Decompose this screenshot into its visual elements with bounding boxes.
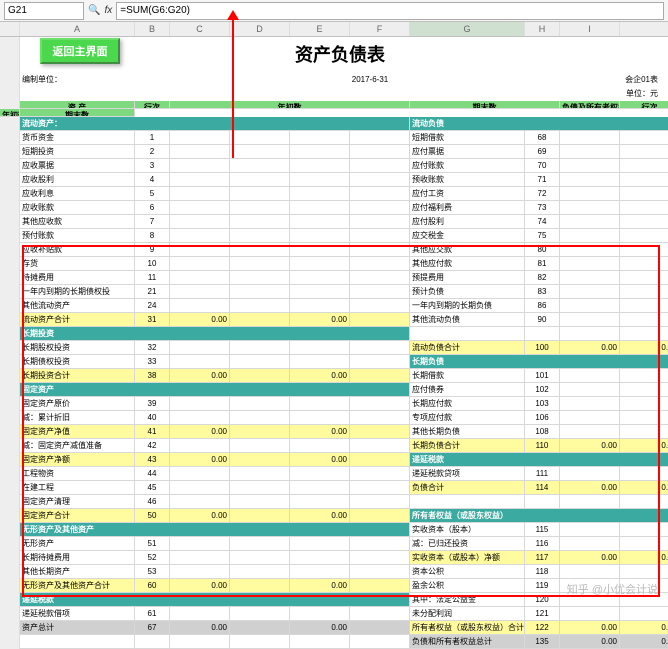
table-row[interactable]: 应收账款6 应付福利费73 bbox=[0, 201, 668, 215]
formula-input[interactable] bbox=[116, 2, 664, 20]
table-row[interactable]: 无形资产及其他资产 实收资本（股本）115 bbox=[0, 523, 668, 537]
table-row[interactable]: 负债和所有者权益总计1350.000.00 bbox=[0, 635, 668, 649]
formula-bar: 🔍 fx bbox=[0, 0, 668, 22]
column-headers: A B C D E F G H I bbox=[0, 22, 668, 37]
table-row[interactable]: 长期投资 bbox=[0, 327, 668, 341]
annotation-arrow bbox=[232, 18, 234, 158]
table-row[interactable]: 短期投资2 应付票据69 bbox=[0, 145, 668, 159]
table-row[interactable]: 递延税款借项61 未分配利润121 bbox=[0, 607, 668, 621]
table-row[interactable]: 在建工程45 负债合计1140.000.00 bbox=[0, 481, 668, 495]
table-row[interactable]: 长期待摊费用52 实收资本（或股本）净额1170.000.00 bbox=[0, 551, 668, 565]
table-row[interactable]: 无形资产51 减：已归还投资116 bbox=[0, 537, 668, 551]
table-row[interactable]: 流动资产合计310.000.00 其他流动负债90 bbox=[0, 313, 668, 327]
table-row[interactable]: 固定资产清理46 bbox=[0, 495, 668, 509]
zoom-icon[interactable]: 🔍 bbox=[88, 5, 100, 16]
return-button[interactable]: 返回主界面 bbox=[40, 38, 120, 64]
table-row[interactable]: 减：固定资产减值准备42 长期负债合计1100.000.00 bbox=[0, 439, 668, 453]
table-row[interactable]: 一年内到期的长期债权投21 预计负债83 bbox=[0, 285, 668, 299]
name-box[interactable] bbox=[4, 2, 84, 20]
table-row[interactable]: 应收利息5 应付工资72 bbox=[0, 187, 668, 201]
fx-icon[interactable]: fx bbox=[104, 5, 112, 16]
table-row[interactable]: 长期债权投资33长期负债 bbox=[0, 355, 668, 369]
table-row[interactable]: 固定资产净值410.000.00 其他长期负债108 bbox=[0, 425, 668, 439]
table-row[interactable]: 长期股权投资32 流动负债合计1000.000.00 bbox=[0, 341, 668, 355]
table-row[interactable]: 固定资产 应付债券102 bbox=[0, 383, 668, 397]
table-row[interactable]: 其他应收款7 应付股利74 bbox=[0, 215, 668, 229]
table-row[interactable]: 存货10 其他应付款81 bbox=[0, 257, 668, 271]
table-row[interactable]: 其他流动资产24 一年内到期的长期负债86 bbox=[0, 299, 668, 313]
table-row[interactable]: 应收票据3 应付账款70 bbox=[0, 159, 668, 173]
table-row[interactable]: 工程物资44 递延税款贷项111 bbox=[0, 467, 668, 481]
table-row[interactable]: 其他长期资产53 资本公积118 bbox=[0, 565, 668, 579]
table-row[interactable]: 固定资产原价39 长期应付款103 bbox=[0, 397, 668, 411]
table-row[interactable]: 货币资金1 短期借款68 bbox=[0, 131, 668, 145]
table-row[interactable]: 待摊费用11 预提费用82 bbox=[0, 271, 668, 285]
table-row[interactable]: 资产总计670.000.00 所有者权益（或股东权益）合计1220.000.00 bbox=[0, 621, 668, 635]
table-row[interactable]: 应收补贴款9 其他应交款80 bbox=[0, 243, 668, 257]
table-row[interactable]: 固定资产净额430.000.00递延税款 bbox=[0, 453, 668, 467]
table-row[interactable]: 预付账款8 应交税金75 bbox=[0, 229, 668, 243]
table-row[interactable]: 减：累计折旧40 专项应付款106 bbox=[0, 411, 668, 425]
watermark: 知乎 @小优会计说 bbox=[567, 581, 658, 597]
table-row[interactable]: 固定资产合计500.000.00所有者权益（或股东权益） bbox=[0, 509, 668, 523]
table-row[interactable]: 长期投资合计380.000.00 长期借款101 bbox=[0, 369, 668, 383]
worksheet[interactable]: 资产负债表编制单位：2017-6-31会企01表单位：元资 产行次年初数期末数负… bbox=[0, 37, 668, 649]
table-row[interactable]: 应收股利4 预收账款71 bbox=[0, 173, 668, 187]
